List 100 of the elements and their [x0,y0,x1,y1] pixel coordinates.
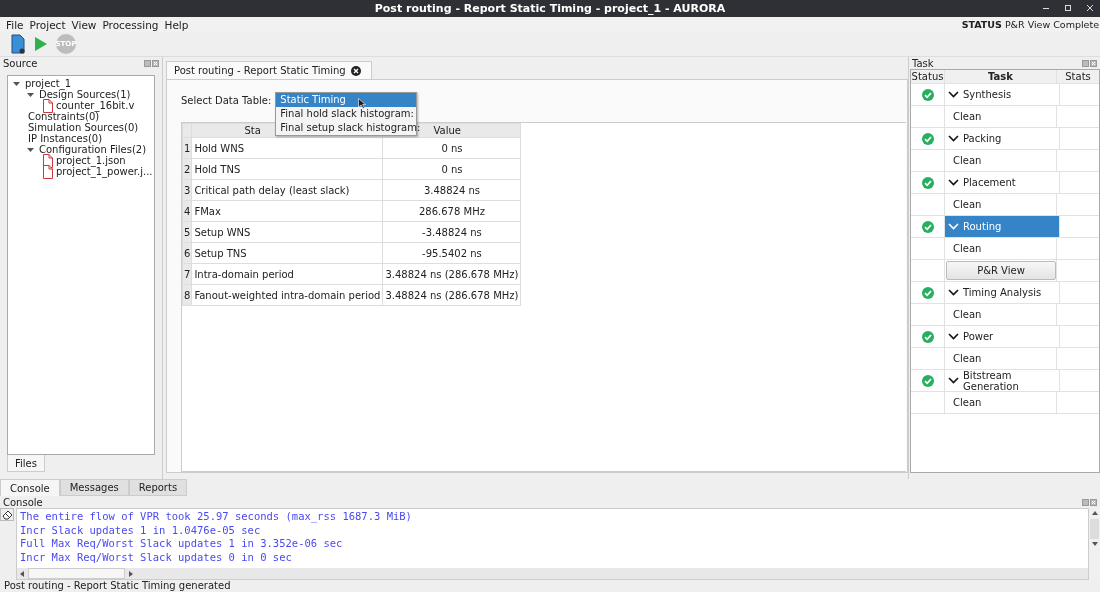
column-header: Stats [1064,70,1092,83]
task-step[interactable]: Clean [945,155,982,166]
task-item[interactable]: Synthesis [945,84,1060,105]
float-icon [144,59,151,67]
table-cell: 3.48824 ns [382,179,521,201]
table-cell: Intra-domain period [191,263,383,285]
scroll-thumb[interactable] [28,568,125,579]
table-cell: FMax [191,200,383,222]
table-cell: 286.678 MHz [382,200,521,222]
tree-item[interactable]: IP Instances(0) [28,133,103,144]
run-button[interactable] [34,36,48,52]
menu-item[interactable]: Project [29,18,66,31]
task-step[interactable]: Clean [945,397,982,408]
panel-tab[interactable]: Console [0,479,60,496]
row-number: 8 [182,284,192,306]
tree-item[interactable]: project_1_power.j... [56,166,153,177]
row-number: 1 [182,137,192,159]
table-cell: Hold WNS [191,137,383,159]
menu-item[interactable]: Processing [102,18,159,31]
pr-view-button[interactable]: P&R View [946,261,1056,280]
row-number: 4 [182,200,192,222]
row-number: 7 [182,263,192,285]
row-number: 2 [182,158,192,180]
files-tab[interactable]: Files [7,455,45,472]
table-cell: Critical path delay (least slack) [191,179,383,201]
tree-item[interactable]: counter_16bit.v [56,100,135,111]
table-cell: Setup TNS [191,242,383,264]
file-icon [42,98,54,113]
tree-item[interactable]: project_1.json [56,155,126,166]
task-item[interactable]: Bitstream Generation [945,370,1060,391]
horizontal-scrollbar[interactable] [17,568,1088,579]
close-icon [350,65,361,76]
task-step[interactable]: Clean [945,309,982,320]
task-step[interactable]: Clean [945,111,982,122]
task-item[interactable]: Packing [945,128,1060,149]
task-item[interactable]: Routing [945,216,1060,237]
status-message: Post routing - Report Static Timing generated [3,580,232,592]
task-item[interactable]: Power [945,326,1060,347]
tree-item[interactable]: Constraints(0) [28,111,100,122]
tree-item[interactable]: Simulation Sources(0) [28,122,139,133]
console-line: Incr Max Req/Worst Slack updates 0 in 0 sec [20,551,293,565]
new-file-button[interactable] [10,34,26,54]
task-item[interactable]: Placement [945,172,1060,193]
table-cell: Hold TNS [191,158,383,180]
scroll-down-icon [1091,542,1098,547]
dropdown-option[interactable]: Final hold slack histogram: [276,107,417,121]
console-line: The entire flow of VPR took 25.97 seconds (max_rss 1687.3 MiB) [20,510,413,524]
console-line: Incr Slack updates 1 in 1.0476e-05 sec [20,523,262,538]
panel-title: Task [912,57,934,69]
task-step[interactable]: Clean [945,243,982,254]
menu-item[interactable]: File [6,18,24,31]
scroll-up-icon [1091,511,1098,516]
float-icon [1082,498,1089,506]
close-icon [1086,4,1094,12]
panel-title: Console [3,496,43,508]
table-cell: -3.48824 ns [382,221,521,243]
tree-item[interactable]: Design Sources(1) [39,89,131,100]
dropdown-option[interactable]: Static Timing [276,93,417,107]
table-cell: Setup WNS [191,221,383,243]
console-line: Full Max Req/Worst Slack updates 1 in 3.352e-06 sec [20,537,344,552]
task-item[interactable]: Timing Analysis [945,282,1060,303]
status-label: STATUS [961,19,1002,30]
document-tab[interactable]: Post routing - Report Static Timing [166,61,372,79]
column-header: Sta [244,125,261,136]
table-cell: 0 ns [382,137,521,159]
window-title: Post routing - Report Static Timing - project_1 - AURORA [374,2,726,15]
tree-item[interactable]: Configuration Files(2) [39,144,147,155]
table-cell: 0 ns [382,158,521,180]
column-header: Value [433,125,461,136]
document-icon [10,34,26,54]
column-header: Status [911,70,945,83]
menu-item[interactable]: Help [164,18,189,31]
row-number: 6 [182,242,192,264]
eraser-icon [1,509,13,520]
scroll-right-icon [128,570,133,577]
close-icon [1090,498,1097,506]
cursor-icon [358,98,367,109]
table-cell: 3.48824 ns (286.678 MHz) [382,263,521,285]
clear-button[interactable] [0,508,14,521]
panel-title: Source [3,57,38,69]
scroll-thumb[interactable] [1090,519,1099,539]
task-step[interactable]: Clean [945,353,982,364]
scroll-left-icon [20,570,25,577]
table-cell: Fanout-weighted intra-domain period [191,284,383,306]
column-header: Task [945,70,1057,83]
field-label: Select Data Table: [181,95,272,106]
panel-tab[interactable]: Reports [128,479,188,496]
row-number: 3 [182,179,192,201]
maximize-icon [1064,4,1072,12]
status-value: P&R View Complete [1004,19,1099,30]
table-cell: 3.48824 ns (286.678 MHz) [382,284,521,306]
float-icon [1082,59,1089,67]
panel-tab[interactable]: Messages [59,479,129,496]
menu-item[interactable]: View [71,18,97,31]
task-step[interactable]: Clean [945,199,982,210]
close-icon [1090,59,1097,67]
tree-item[interactable]: project_1 [25,78,72,89]
close-icon [152,59,159,67]
row-number: 5 [182,221,192,243]
file-icon [42,164,54,179]
